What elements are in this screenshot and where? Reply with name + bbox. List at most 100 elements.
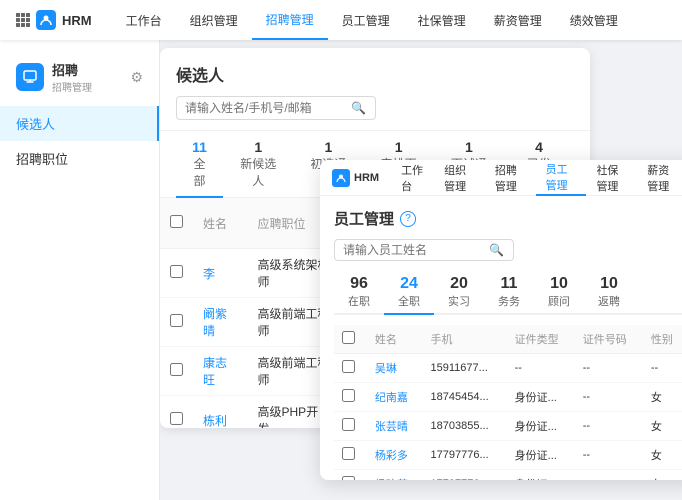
sidebar: 招聘 招聘管理 ⚙ 候选人 招聘职位 [0, 40, 160, 500]
emp-nav-logo: HRM [332, 169, 379, 187]
stat-tab-rehire[interactable]: 10 返聘 [584, 271, 634, 315]
emp-row-idnum: -- [575, 412, 643, 441]
row-checkbox[interactable] [160, 249, 193, 298]
emp-nav-salary[interactable]: 薪资管理 [637, 160, 682, 196]
emp-row-name[interactable]: 杨玟莹 [367, 470, 423, 481]
select-all-checkbox[interactable] [170, 215, 183, 228]
stat-tab-consultant[interactable]: 10 顾问 [534, 271, 584, 315]
emp-row-name[interactable]: 杨彩多 [367, 441, 423, 470]
emp-row-idtype: 身份证... [507, 441, 575, 470]
candidates-title: 候选人 [176, 62, 574, 86]
sidebar-item-candidates[interactable]: 候选人 [0, 106, 159, 141]
emp-nav-org[interactable]: 组织管理 [434, 160, 485, 196]
emp-nav-workbench[interactable]: 工作台 [391, 160, 434, 196]
emp-nav-employee[interactable]: 员工管理 [536, 160, 587, 196]
col-name: 姓名 [193, 198, 248, 249]
nav-item-org[interactable]: 组织管理 [176, 0, 252, 40]
table-row[interactable]: 张芸晴 18703855... 身份证... -- 女 [334, 412, 682, 441]
emp-row-idnum: -- [575, 470, 643, 481]
emp-col-phone: 手机 [423, 325, 507, 354]
emp-nav-recruit[interactable]: 招聘管理 [485, 160, 536, 196]
settings-button[interactable]: ⚙ [130, 69, 143, 86]
emp-row-gender: 女 [643, 441, 682, 470]
emp-row-checkbox[interactable] [334, 412, 367, 441]
emp-row-name[interactable]: 纪南嘉 [367, 383, 423, 412]
tab-new[interactable]: 1 新候选人 [223, 131, 293, 197]
emp-title-row: 员工管理 ? [334, 208, 682, 229]
table-row[interactable]: 吴琳 15911677... -- -- -- [334, 354, 682, 383]
emp-row-idnum: -- [575, 441, 643, 470]
grid-icon [16, 13, 30, 27]
emp-row-idtype: 身份证... [507, 470, 575, 481]
emp-row-idtype: -- [507, 354, 575, 383]
row-checkbox[interactable] [160, 396, 193, 429]
recruitment-icon [16, 63, 44, 91]
emp-row-checkbox[interactable] [334, 470, 367, 481]
nav-items: 工作台 组织管理 招聘管理 员工管理 社保管理 薪资管理 绩效管理 [112, 0, 666, 40]
emp-row-idtype: 身份证... [507, 383, 575, 412]
row-checkbox[interactable] [160, 298, 193, 347]
emp-page-title: 员工管理 [334, 208, 394, 229]
emp-row-gender: -- [643, 354, 682, 383]
emp-col-idnum: 证件号码 [575, 325, 643, 354]
nav-item-salary[interactable]: 薪资管理 [480, 0, 556, 40]
emp-select-all[interactable] [342, 331, 355, 344]
emp-row-idnum: -- [575, 354, 643, 383]
row-name[interactable]: 康志旺 [193, 347, 248, 396]
emp-hrm-icon [332, 169, 350, 187]
row-checkbox[interactable] [160, 347, 193, 396]
sidebar-item-positions[interactable]: 招聘职位 [0, 141, 159, 176]
emp-search-icon: 🔍 [489, 243, 504, 257]
emp-col-idtype: 证件类型 [507, 325, 575, 354]
emp-col-name: 姓名 [367, 325, 423, 354]
nav-item-workbench[interactable]: 工作台 [112, 0, 176, 40]
nav-item-insurance[interactable]: 社保管理 [404, 0, 480, 40]
table-row[interactable]: 杨玟莹 17797776... 身份证... -- 女 [334, 470, 682, 481]
help-icon[interactable]: ? [400, 211, 416, 227]
tab-all[interactable]: 11 全部 [176, 131, 223, 197]
nav-item-employee[interactable]: 员工管理 [328, 0, 404, 40]
emp-nav-insurance[interactable]: 社保管理 [586, 160, 637, 196]
stat-tab-contract[interactable]: 11 务务 [484, 271, 534, 315]
emp-search-bar[interactable]: 🔍 [334, 239, 514, 261]
emp-row-gender: 女 [643, 383, 682, 412]
emp-row-phone: 18703855... [423, 412, 507, 441]
emp-row-gender: 女 [643, 412, 682, 441]
nav-item-recruitment[interactable]: 招聘管理 [252, 0, 328, 40]
sidebar-menu: 候选人 招聘职位 [0, 106, 159, 176]
sidebar-title: 招聘 [52, 60, 92, 79]
nav-item-performance[interactable]: 绩效管理 [556, 0, 632, 40]
table-row[interactable]: 杨彩多 17797776... 身份证... -- 女 [334, 441, 682, 470]
emp-search-input[interactable] [343, 243, 483, 257]
emp-row-checkbox[interactable] [334, 354, 367, 383]
emp-col-checkbox [334, 325, 367, 354]
stats-tabs: 96 在职 24 全职 20 实习 11 务务 [334, 271, 682, 315]
emp-row-phone: 17797776... [423, 441, 507, 470]
row-name[interactable]: 栋利 [193, 396, 248, 429]
candidates-header: 候选人 🔍 [160, 48, 590, 131]
emp-logo-text: HRM [354, 172, 379, 184]
candidates-search-input[interactable] [185, 101, 345, 115]
main-layout: 招聘 招聘管理 ⚙ 候选人 招聘职位 候选人 🔍 [0, 40, 682, 500]
candidates-search-bar[interactable]: 🔍 [176, 96, 376, 120]
emp-row-idnum: -- [575, 383, 643, 412]
emp-row-idtype: 身份证... [507, 412, 575, 441]
emp-row-phone: 15911677... [423, 354, 507, 383]
row-name[interactable]: 阚紫晴 [193, 298, 248, 347]
col-checkbox [160, 198, 193, 249]
emp-top-nav: HRM 工作台 组织管理 招聘管理 员工管理 社保管理 薪资管理 [320, 160, 682, 196]
emp-row-checkbox[interactable] [334, 383, 367, 412]
content-area: 候选人 🔍 11 全部 1 新候选人 1 初选通过 [160, 40, 682, 500]
sidebar-header-left: 招聘 招聘管理 [16, 60, 92, 94]
table-row[interactable]: 纪南嘉 18745454... 身份证... -- 女 [334, 383, 682, 412]
stat-tab-intern[interactable]: 20 实习 [434, 271, 484, 315]
sidebar-subtitle: 招聘管理 [52, 79, 92, 94]
employees-window: HRM 工作台 组织管理 招聘管理 员工管理 社保管理 薪资管理 员工管理 ? … [320, 160, 682, 480]
emp-row-name[interactable]: 吴琳 [367, 354, 423, 383]
row-name[interactable]: 李 [193, 249, 248, 298]
stat-tab-fulltime[interactable]: 24 全职 [384, 271, 434, 315]
emp-row-name[interactable]: 张芸晴 [367, 412, 423, 441]
stat-tab-active[interactable]: 96 在职 [334, 271, 384, 315]
app-title: HRM [62, 13, 92, 28]
emp-row-checkbox[interactable] [334, 441, 367, 470]
